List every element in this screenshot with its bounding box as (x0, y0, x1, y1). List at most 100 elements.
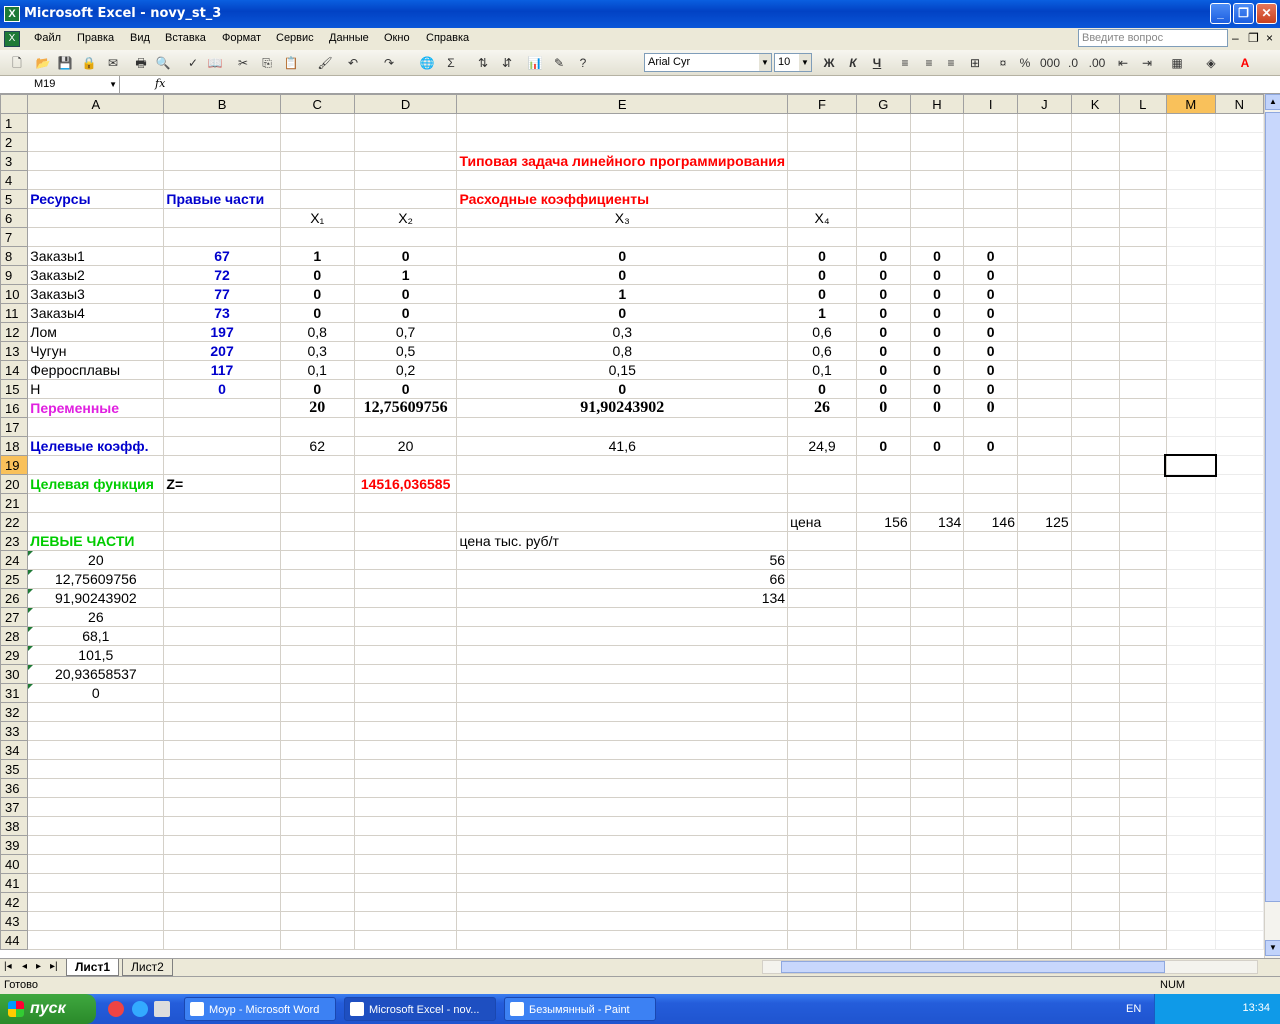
cell-c33[interactable] (279, 721, 355, 741)
cell-b41[interactable] (163, 873, 281, 893)
menu-format[interactable]: Формат (222, 32, 261, 44)
cell-c23[interactable] (279, 531, 355, 551)
row-header[interactable]: 27 (0, 607, 29, 627)
cell-f37[interactable] (787, 797, 857, 817)
menu-data[interactable]: Данные (329, 32, 369, 44)
cell-n16[interactable] (1214, 398, 1264, 418)
cell-j19[interactable] (1016, 455, 1072, 475)
cell-e11[interactable]: 0 (456, 303, 789, 323)
column-header-c[interactable]: C (279, 94, 355, 114)
row-header[interactable]: 42 (0, 892, 29, 912)
cell-l38[interactable] (1118, 816, 1167, 836)
cell-g24[interactable] (855, 550, 911, 570)
cell-g31[interactable] (855, 683, 911, 703)
cell-h24[interactable] (909, 550, 965, 570)
internet-explorer-icon[interactable] (132, 1001, 148, 1017)
cell-d10[interactable]: 0 (353, 284, 458, 304)
cell-n21[interactable] (1214, 493, 1264, 513)
cell-i29[interactable] (963, 645, 1018, 665)
cell-c6[interactable]: X₁ (279, 208, 355, 228)
cell-e29[interactable] (456, 645, 789, 665)
cell-l26[interactable] (1118, 588, 1167, 608)
cell-h21[interactable] (909, 493, 965, 513)
cell-k2[interactable] (1070, 132, 1120, 152)
column-header-l[interactable]: L (1118, 94, 1167, 114)
row-header[interactable]: 30 (0, 664, 29, 684)
cell-a11[interactable]: Заказы4 (27, 303, 165, 323)
cell-j25[interactable] (1016, 569, 1072, 589)
cell-j18[interactable] (1016, 436, 1072, 456)
cell-n30[interactable] (1214, 664, 1264, 684)
cell-b3[interactable] (163, 151, 281, 171)
cell-n27[interactable] (1214, 607, 1264, 627)
cell-l18[interactable] (1118, 436, 1167, 456)
doc-restore-button[interactable]: ❐ (1248, 31, 1259, 45)
cell-n20[interactable] (1214, 474, 1264, 494)
task-word[interactable]: Моур - Microsoft Word (184, 997, 336, 1021)
vertical-scroll-thumb[interactable] (1265, 112, 1280, 902)
cell-i21[interactable] (963, 493, 1018, 513)
cell-n35[interactable] (1214, 759, 1264, 779)
cell-l43[interactable] (1118, 911, 1167, 931)
cell-i11[interactable]: 0 (963, 303, 1018, 323)
cell-h35[interactable] (909, 759, 965, 779)
help-icon[interactable]: ? (574, 54, 592, 72)
comma-style-icon[interactable]: 000 (1040, 54, 1060, 72)
cell-j17[interactable] (1016, 417, 1072, 437)
decrease-decimal-icon[interactable]: .00 (1088, 54, 1106, 72)
row-header[interactable]: 41 (0, 873, 29, 893)
cell-a1[interactable] (27, 113, 165, 133)
menu-edit[interactable]: Правка (77, 32, 114, 44)
row-header[interactable]: 8 (0, 246, 29, 266)
cell-h44[interactable] (909, 930, 965, 950)
cell-d2[interactable] (353, 132, 458, 152)
column-header-j[interactable]: J (1016, 94, 1072, 114)
cell-g38[interactable] (855, 816, 911, 836)
cell-i18[interactable]: 0 (963, 436, 1018, 456)
cell-b37[interactable] (163, 797, 281, 817)
cell-m16[interactable] (1165, 398, 1216, 418)
cell-e10[interactable]: 1 (456, 284, 789, 304)
cell-l37[interactable] (1118, 797, 1167, 817)
cell-d7[interactable] (353, 227, 458, 247)
cell-j40[interactable] (1016, 854, 1072, 874)
cell-c1[interactable] (279, 113, 355, 133)
cell-i35[interactable] (963, 759, 1018, 779)
cell-m17[interactable] (1165, 417, 1216, 437)
scroll-down-icon[interactable]: ▼ (1265, 940, 1280, 956)
cell-f12[interactable]: 0,6 (787, 322, 857, 342)
cell-a30[interactable]: 20,93658537 (27, 664, 165, 684)
cell-k14[interactable] (1070, 360, 1120, 380)
cell-e17[interactable] (456, 417, 789, 437)
cell-g29[interactable] (855, 645, 911, 665)
cell-a25[interactable]: 12,75609756 (27, 569, 165, 589)
cell-m8[interactable] (1165, 246, 1216, 266)
cell-d20[interactable]: 14516,036585 (353, 474, 458, 494)
cell-i36[interactable] (963, 778, 1018, 798)
cell-n31[interactable] (1214, 683, 1264, 703)
cell-d4[interactable] (353, 170, 458, 190)
spreadsheet-table[interactable]: ABCDEFGHIJKLMN 1 2 3 Типовая задача линейно… (0, 94, 1264, 950)
cell-j32[interactable] (1016, 702, 1072, 722)
cell-j39[interactable] (1016, 835, 1072, 855)
cell-i2[interactable] (963, 132, 1018, 152)
cell-f3[interactable] (787, 151, 857, 171)
cell-m35[interactable] (1165, 759, 1216, 779)
cell-b38[interactable] (163, 816, 281, 836)
cell-j34[interactable] (1016, 740, 1072, 760)
cell-i42[interactable] (963, 892, 1018, 912)
cell-l4[interactable] (1118, 170, 1167, 190)
cell-i8[interactable]: 0 (963, 246, 1018, 266)
cell-a24[interactable]: 20 (27, 550, 165, 570)
cell-b40[interactable] (163, 854, 281, 874)
cell-m11[interactable] (1165, 303, 1216, 323)
cell-f40[interactable] (787, 854, 857, 874)
cell-g9[interactable]: 0 (855, 265, 911, 285)
bold-icon[interactable]: Ж (820, 54, 838, 72)
cell-m12[interactable] (1165, 322, 1216, 342)
select-all-corner[interactable] (0, 94, 29, 114)
cell-k10[interactable] (1070, 284, 1120, 304)
cell-h29[interactable] (909, 645, 965, 665)
cell-i23[interactable] (963, 531, 1018, 551)
cell-h9[interactable]: 0 (909, 265, 965, 285)
